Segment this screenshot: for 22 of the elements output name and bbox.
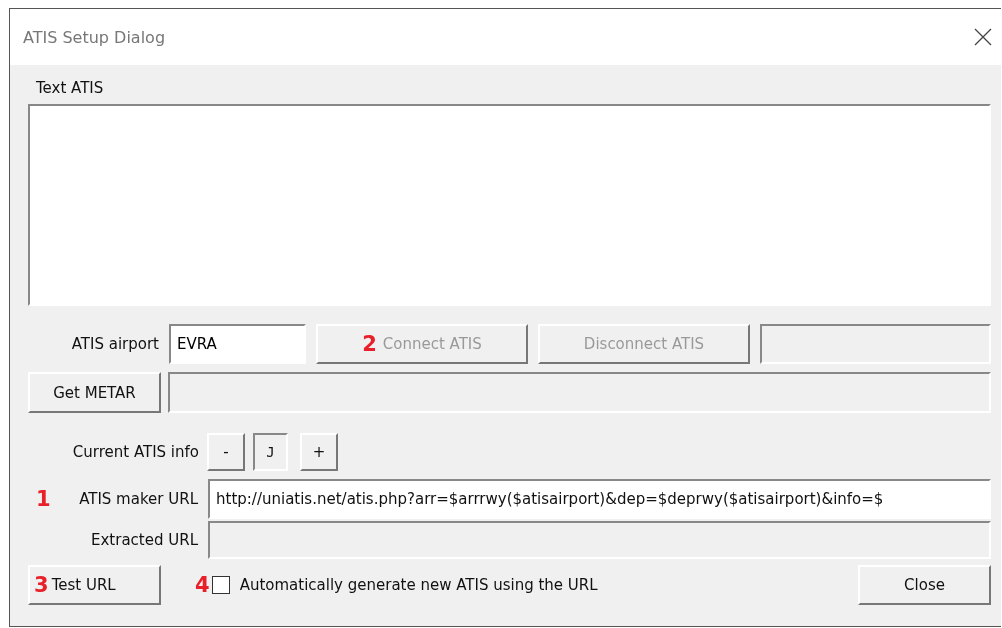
extracted-url-field[interactable]	[208, 521, 991, 559]
window-title: ATIS Setup Dialog	[23, 27, 166, 47]
test-url-button[interactable]: 3 Test URL	[28, 565, 161, 605]
checkbox-label: Automatically generate new ATIS using the URL	[239, 576, 598, 594]
field-label: Extracted URL	[91, 531, 198, 549]
metar-field[interactable]	[168, 372, 991, 413]
close-icon[interactable]	[973, 27, 993, 47]
increment-button[interactable]: +	[300, 433, 338, 471]
get-metar-button[interactable]: Get METAR	[28, 372, 161, 413]
checkbox[interactable]	[211, 576, 230, 594]
url-field[interactable]: http://uniatis.net/atis.php?arr=$arrrwy($atisairport)&dep=$deprwy($atisairport)&info=$	[208, 479, 991, 519]
decrement-button[interactable]: -	[207, 433, 245, 471]
close-button[interactable]: Close	[858, 565, 991, 605]
field-label: ATIS maker URL	[79, 490, 198, 508]
info-letter-field: J	[253, 433, 288, 471]
field-label: Current ATIS info	[71, 443, 199, 461]
annotation-number: 1	[36, 487, 51, 511]
annotation-number: 4	[195, 573, 210, 597]
input-field[interactable]: EVRA	[169, 324, 306, 364]
field-label: Text ATIS	[36, 79, 105, 97]
field-label: ATIS airport	[70, 335, 159, 353]
status-field[interactable]	[760, 324, 991, 364]
